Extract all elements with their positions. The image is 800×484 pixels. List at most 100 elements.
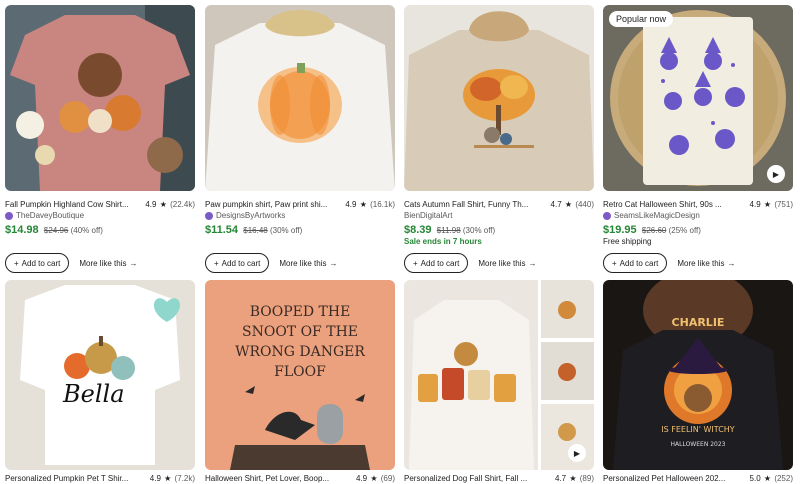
product-photo: [5, 5, 195, 191]
arrow-right-icon: →: [329, 258, 338, 268]
image-text-line-4: FLOOF: [274, 364, 326, 380]
image-text-line-3: WRONG DANGER: [235, 344, 365, 360]
shop-name-text: BienDigitalArt: [404, 211, 453, 220]
rating: 4.9 ★ (16.1k): [345, 199, 395, 210]
star-icon: ★: [569, 474, 577, 483]
arrow-right-icon: →: [129, 258, 138, 268]
product-image[interactable]: Popular now ▶: [603, 5, 793, 191]
product-image[interactable]: [205, 5, 395, 191]
star-seller-icon: [603, 211, 611, 220]
price-row: $19.95 $26.60 (25% off): [603, 224, 701, 236]
original-price: $24.96: [43, 226, 69, 235]
listing-title[interactable]: Paw pumpkin shirt, Paw print shi...: [205, 199, 345, 210]
rating-value: 4.9: [345, 200, 357, 209]
shop-name-text: TheDaveyBoutique: [16, 211, 85, 220]
shop-name[interactable]: TheDaveyBoutique: [5, 211, 84, 220]
listing-title[interactable]: Cats Autumn Fall Shirt, Funny Th...: [404, 199, 551, 210]
star-icon: ★: [763, 200, 772, 209]
image-text-year: HALLOWEEN 2023: [671, 441, 726, 448]
product-image[interactable]: Bella: [5, 280, 195, 470]
listing-card[interactable]: CHARLIE IS FEELIN' WITCHY HALLOWEEN 2023…: [603, 280, 793, 484]
review-count: (89): [579, 474, 594, 483]
discount: (25% off): [668, 226, 701, 235]
product-photo: [404, 280, 594, 470]
star-icon: ★: [359, 200, 367, 209]
star-icon: ★: [159, 200, 167, 209]
product-image[interactable]: CHARLIE IS FEELIN' WITCHY HALLOWEEN 2023: [603, 280, 793, 470]
listing-title[interactable]: Personalized Pumpkin Pet T Shir...: [5, 473, 150, 484]
product-photo: Bella: [5, 280, 195, 470]
image-text-name: CHARLIE: [672, 316, 725, 329]
play-video-icon[interactable]: ▶: [767, 165, 785, 183]
sale-ends-note: Sale ends in 7 hours: [404, 237, 482, 246]
free-shipping-note: Free shipping: [603, 237, 652, 246]
more-like-this-label: More like this: [79, 258, 127, 268]
review-count: (751): [774, 200, 793, 209]
play-video-icon[interactable]: ▶: [568, 444, 586, 462]
product-image[interactable]: [404, 5, 594, 191]
plus-icon: +: [413, 258, 418, 268]
review-count: (22.4k): [170, 200, 195, 209]
sale-price: $19.95: [603, 224, 637, 236]
original-price: $16.48: [243, 226, 268, 235]
shop-name[interactable]: SeamsLikeMagicDesign: [603, 211, 700, 220]
listing-card[interactable]: Bella Personalized Pumpkin Pet T Shir...…: [5, 280, 195, 484]
product-photo: BOOPED THE SNOOT OF THE WRONG DANGER FLO…: [205, 280, 395, 470]
image-text-line-1: BOOPED THE: [250, 304, 351, 320]
more-like-this-button[interactable]: More like this →: [75, 259, 141, 268]
more-like-this-button[interactable]: More like this →: [673, 259, 739, 268]
rating-value: 4.7: [550, 200, 562, 209]
arrow-right-icon: →: [727, 258, 736, 268]
add-to-cart-button[interactable]: + Add to cart: [5, 253, 70, 273]
shop-name[interactable]: DesignsByArtworks: [205, 211, 285, 220]
sale-price: $8.39: [404, 224, 432, 236]
add-to-cart-button[interactable]: + Add to cart: [603, 253, 668, 273]
listing-card[interactable]: Popular now ▶ Retro Cat Halloween Shirt,…: [603, 5, 793, 275]
more-like-this-label: More like this: [279, 258, 327, 268]
listing-title[interactable]: Fall Pumpkin Highland Cow Shirt...: [5, 199, 145, 210]
rating: 4.9 ★ (22.4k): [145, 199, 195, 210]
add-to-cart-button[interactable]: + Add to cart: [205, 253, 270, 273]
listing-card[interactable]: Paw pumpkin shirt, Paw print shi... 4.9 …: [205, 5, 395, 275]
plus-icon: +: [612, 258, 617, 268]
review-count: (69): [380, 474, 395, 483]
price-row: $14.98 $24.96 (40% off): [5, 224, 103, 236]
more-like-this-button[interactable]: More like this →: [474, 259, 540, 268]
product-image[interactable]: BOOPED THE SNOOT OF THE WRONG DANGER FLO…: [205, 280, 395, 470]
star-seller-icon: [5, 211, 13, 220]
listing-card[interactable]: Cats Autumn Fall Shirt, Funny Th... 4.7 …: [404, 5, 594, 275]
add-to-cart-button[interactable]: + Add to cart: [404, 253, 469, 273]
shop-name[interactable]: BienDigitalArt: [404, 211, 452, 220]
listing-title[interactable]: Retro Cat Halloween Shirt, 90s ...: [603, 199, 750, 210]
review-count: (252): [774, 474, 793, 483]
listing-card[interactable]: Fall Pumpkin Highland Cow Shirt... 4.9 ★…: [5, 5, 195, 275]
product-photo: [603, 5, 793, 191]
listing-card[interactable]: BOOPED THE SNOOT OF THE WRONG DANGER FLO…: [205, 280, 395, 484]
rating: 4.9 ★ (751): [750, 199, 793, 210]
rating-value: 4.9: [749, 200, 761, 209]
more-like-this-button[interactable]: More like this →: [275, 259, 341, 268]
product-photo: [404, 5, 594, 191]
discount: (40% off): [70, 226, 103, 235]
listing-title[interactable]: Personalized Dog Fall Shirt, Fall ...: [404, 473, 555, 484]
star-icon: ★: [164, 474, 172, 483]
listing-card[interactable]: ▶ Personalized Dog Fall Shirt, Fall ... …: [404, 280, 594, 484]
star-seller-icon: [205, 211, 213, 220]
discount: (30% off): [269, 226, 303, 235]
image-text-bella: Bella: [62, 380, 125, 408]
add-to-cart-label: Add to cart: [420, 258, 460, 268]
product-photo: [205, 5, 395, 191]
shop-name-text: DesignsByArtworks: [216, 211, 286, 220]
star-icon: ★: [564, 200, 573, 209]
listing-title[interactable]: Halloween Shirt, Pet Lover, Boop...: [205, 473, 356, 484]
rating-value: 4.9: [149, 474, 161, 483]
add-to-cart-label: Add to cart: [21, 258, 61, 268]
original-price: $26.60: [641, 226, 667, 235]
product-image[interactable]: ▶: [404, 280, 594, 470]
sale-price: $11.54: [205, 224, 239, 236]
arrow-right-icon: →: [528, 258, 537, 268]
rating-value: 4.9: [356, 474, 368, 483]
listing-title[interactable]: Personalized Pet Halloween 202...: [603, 473, 750, 484]
product-image[interactable]: [5, 5, 195, 191]
rating-value: 4.7: [555, 474, 567, 483]
